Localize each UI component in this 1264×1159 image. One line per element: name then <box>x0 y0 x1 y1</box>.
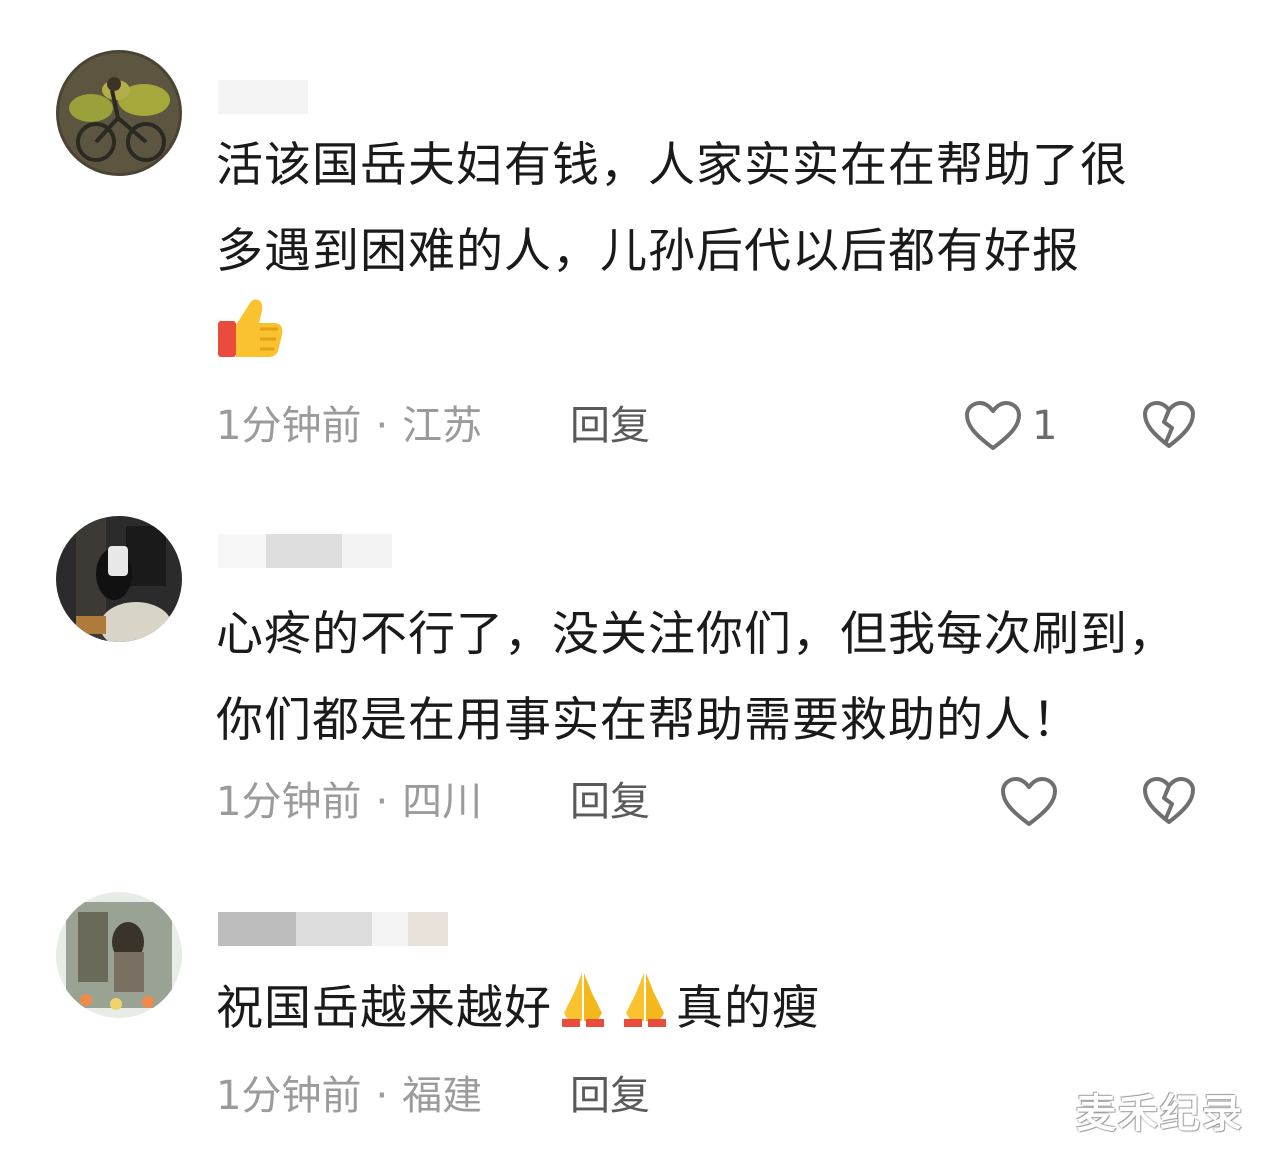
comment-meta: 1分钟前 · 四川 <box>216 774 482 830</box>
like-button[interactable]: 1 <box>964 398 1057 454</box>
avatar-image <box>56 892 182 1018</box>
comment-time: 1分钟前 <box>216 779 362 825</box>
heart-outline-icon <box>1000 776 1058 828</box>
comment-text: 活该国岳夫妇有钱，人家实实在在帮助了很 多遇到困难的人，儿孙后代以后都有好报 <box>216 123 1226 389</box>
broken-heart-icon <box>1143 777 1195 824</box>
dislike-button[interactable] <box>1142 400 1196 450</box>
comment-time: 1分钟前 <box>216 1073 362 1119</box>
comment-text-line1: 活该国岳夫妇有钱，人家实实在在帮助了很 <box>216 138 1128 193</box>
comment-text-line1: 心疼的不行了，没关注你们，但我每次刷到， <box>216 607 1176 662</box>
thumbs-up-icon <box>216 295 286 389</box>
reply-button[interactable]: 回复 <box>570 398 650 454</box>
meta-separator: · <box>375 779 389 825</box>
meta-separator: · <box>375 1073 389 1119</box>
comment-location: 江苏 <box>402 403 483 449</box>
reply-button[interactable]: 回复 <box>570 774 650 830</box>
avatar[interactable] <box>56 516 182 642</box>
comment-text-part2: 真的瘦 <box>676 981 820 1036</box>
comment-text: 祝国岳越来越好 真的瘦 <box>216 966 880 1052</box>
comment-meta: 1分钟前 · 福建 <box>216 1068 482 1124</box>
reply-button[interactable]: 回复 <box>570 1068 650 1124</box>
comment-location: 福建 <box>402 1073 483 1119</box>
like-count: 1 <box>1032 403 1058 449</box>
heart-outline-icon <box>964 400 1022 452</box>
comment-text: 心疼的不行了，没关注你们，但我每次刷到， 你们都是在用事实在帮助需要救助的人！ <box>216 592 1226 764</box>
comment-location: 四川 <box>402 779 483 825</box>
dislike-button[interactable] <box>1142 776 1196 826</box>
folded-hands-icon <box>614 967 676 1053</box>
folded-hands-icon <box>552 967 614 1053</box>
comment-text-part1: 祝国岳越来越好 <box>216 981 552 1036</box>
username-blurred <box>218 80 308 114</box>
meta-separator: · <box>375 403 389 449</box>
watermark: 麦禾纪录 <box>1076 1091 1244 1137</box>
broken-heart-icon <box>1143 401 1195 448</box>
comment-time: 1分钟前 <box>216 403 362 449</box>
avatar[interactable] <box>56 892 182 1018</box>
comment-text-line2: 你们都是在用事实在帮助需要救助的人！ <box>216 693 1080 748</box>
avatar-image <box>56 516 182 642</box>
username-blurred <box>218 912 448 946</box>
username-blurred <box>218 534 392 568</box>
like-button[interactable] <box>1000 774 1058 830</box>
comment-meta: 1分钟前 · 江苏 <box>216 398 482 454</box>
comment-text-line2: 多遇到困难的人，儿孙后代以后都有好报 <box>216 224 1080 279</box>
avatar[interactable] <box>56 50 182 176</box>
avatar-image <box>56 50 182 176</box>
